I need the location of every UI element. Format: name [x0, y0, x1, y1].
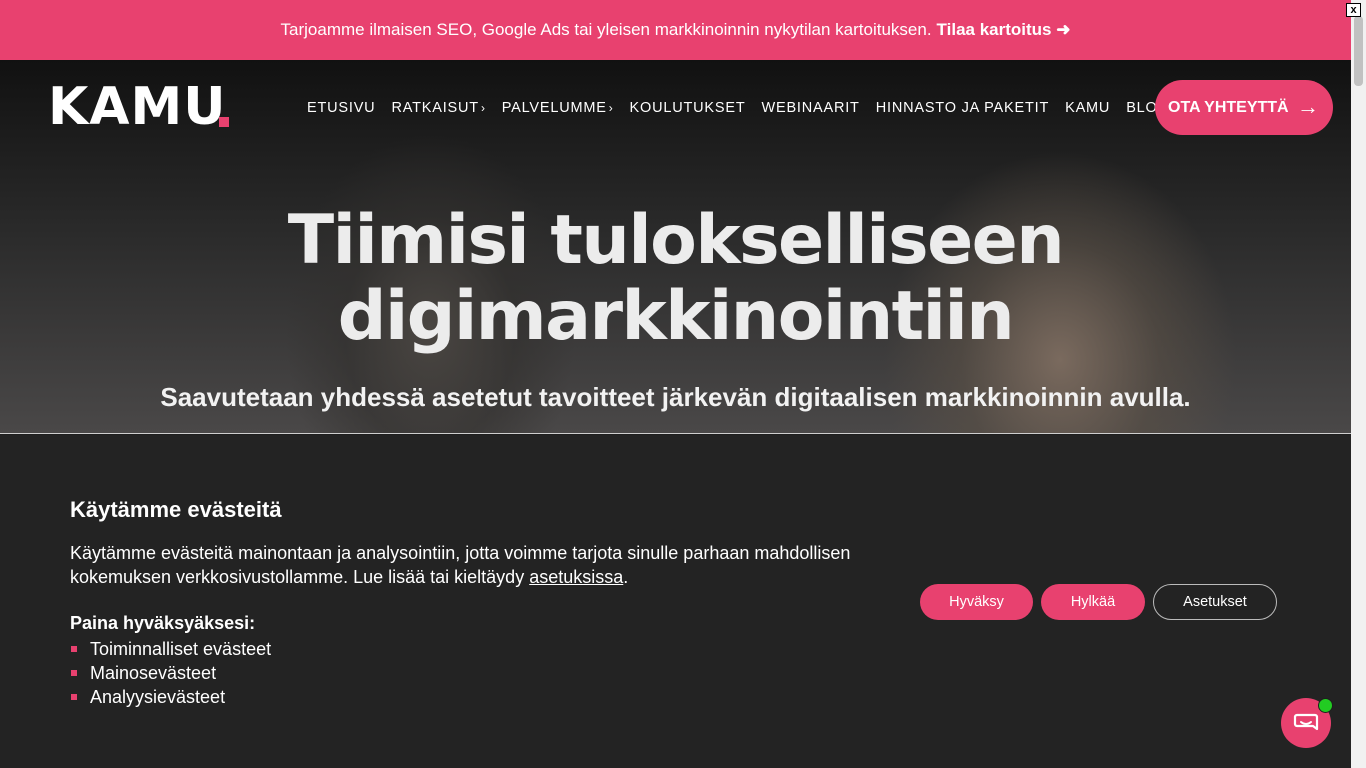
nav-etusivu-label: ETUSIVU	[307, 100, 376, 116]
nav-webinaarit[interactable]: WEBINAARIT	[761, 100, 859, 116]
scrollbar-thumb[interactable]	[1354, 16, 1363, 86]
nav-ratkaisut-label: RATKAISUT	[391, 100, 479, 116]
nav-hinnasto-label: HINNASTO JA PAKETIT	[875, 100, 1050, 116]
logo[interactable]: KAMU	[48, 81, 227, 133]
chat-bubble-icon	[1293, 713, 1319, 731]
hero-title-line1: Tiimisi tulokselliseen	[287, 201, 1065, 280]
reject-button[interactable]: Hylkää	[1041, 584, 1145, 620]
list-item: Toiminnalliset evästeet	[70, 637, 271, 661]
scrollbar[interactable]	[1351, 0, 1366, 768]
chevron-right-icon: ›	[608, 101, 614, 115]
chevron-right-icon: ›	[480, 101, 486, 115]
promo-banner: Tarjoamme ilmaisen SEO, Google Ads tai y…	[0, 0, 1351, 60]
nav-webinaarit-label: WEBINAARIT	[761, 100, 860, 116]
close-icon[interactable]: x	[1346, 3, 1361, 17]
cookie-buttons: Hyväksy Hylkää Asetukset	[920, 584, 1277, 620]
nav-palvelumme-label: PALVELUMME	[501, 100, 607, 116]
nav-koulutukset[interactable]: KOULUTUKSET	[630, 100, 746, 116]
cookie-settings-link[interactable]: asetuksissa	[529, 567, 623, 587]
list-item: Mainosevästeet	[70, 661, 271, 685]
logo-dot	[219, 117, 229, 127]
nav-kamu-label: KAMU	[1065, 100, 1111, 116]
nav-hinnasto[interactable]: HINNASTO JA PAKETIT	[876, 100, 1049, 116]
arrow-right-icon: →	[1297, 94, 1319, 119]
promo-text: Tarjoamme ilmaisen SEO, Google Ads tai y…	[280, 20, 932, 39]
online-status-dot	[1318, 698, 1333, 713]
promo-cta-link[interactable]: Tilaa kartoitus ➜	[937, 20, 1071, 40]
nav-palvelumme[interactable]: PALVELUMME ›	[502, 100, 614, 116]
accept-button[interactable]: Hyväksy	[920, 584, 1033, 620]
settings-button[interactable]: Asetukset	[1153, 584, 1277, 620]
hero-title: Tiimisi tulokselliseen digimarkkinointii…	[0, 203, 1351, 355]
cookie-title: Käytämme evästeitä	[70, 497, 282, 522]
contact-button[interactable]: OTA YHTEYTTÄ →	[1155, 80, 1333, 135]
cookie-list-title: Paina hyväksyäksesi:	[70, 613, 256, 633]
hero-subtitle: Saavutetaan yhdessä asetetut tavoitteet …	[160, 382, 1191, 412]
nav-koulutukset-label: KOULUTUKSET	[629, 100, 746, 116]
cookie-banner: Käytämme evästeitä Käytämme evästeitä ma…	[0, 435, 1351, 768]
nav-ratkaisut[interactable]: RATKAISUT ›	[391, 100, 485, 116]
nav-kamu[interactable]: KAMU	[1065, 100, 1110, 116]
cookie-text: Käytämme evästeitä mainontaan ja analyso…	[70, 541, 890, 589]
list-item: Analyysievästeet	[70, 685, 271, 709]
hero: KAMU ETUSIVU RATKAISUT › PALVELUMME › KOUL…	[0, 60, 1351, 434]
cookie-list: Toiminnalliset evästeet Mainosevästeet A…	[70, 637, 271, 709]
nav-etusivu[interactable]: ETUSIVU	[307, 100, 375, 116]
main-nav: ETUSIVU RATKAISUT › PALVELUMME › KOULUTUKS…	[307, 100, 1181, 116]
cookie-text-body: Käytämme evästeitä mainontaan ja analyso…	[70, 543, 851, 587]
cookie-text-end: .	[623, 567, 629, 587]
hero-title-line2: digimarkkinointiin	[337, 277, 1015, 356]
contact-button-label: OTA YHTEYTTÄ	[1168, 98, 1289, 116]
